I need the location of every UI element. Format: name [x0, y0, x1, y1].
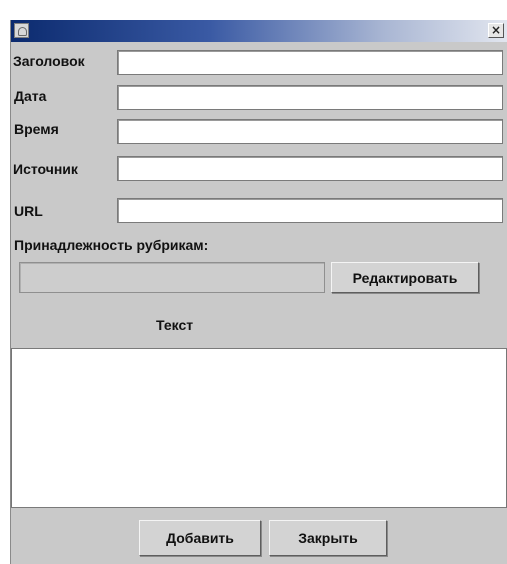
text-label: Текст: [156, 317, 194, 333]
time-label: Время: [14, 121, 59, 137]
time-input[interactable]: [117, 119, 503, 144]
text-area[interactable]: [11, 348, 507, 508]
url-label: URL: [14, 203, 43, 219]
source-label: Источник: [13, 161, 78, 177]
date-input[interactable]: [117, 85, 503, 110]
source-input[interactable]: [117, 156, 503, 181]
close-button[interactable]: Закрыть: [269, 520, 387, 556]
url-input[interactable]: [117, 198, 503, 223]
rubrics-label: Принадлежность рубрикам:: [14, 237, 209, 253]
date-label: Дата: [14, 88, 47, 104]
title-bar[interactable]: ×: [11, 20, 507, 42]
close-window-button[interactable]: ×: [488, 23, 504, 38]
title-label: Заголовок: [13, 53, 85, 69]
rubrics-field: [19, 262, 325, 293]
app-icon: [14, 23, 29, 38]
dialog-window: × Заголовок Дата Время Источник URL Прин…: [10, 20, 507, 564]
edit-rubrics-button[interactable]: Редактировать: [331, 262, 479, 293]
add-button[interactable]: Добавить: [139, 520, 261, 556]
title-input[interactable]: [117, 50, 503, 75]
